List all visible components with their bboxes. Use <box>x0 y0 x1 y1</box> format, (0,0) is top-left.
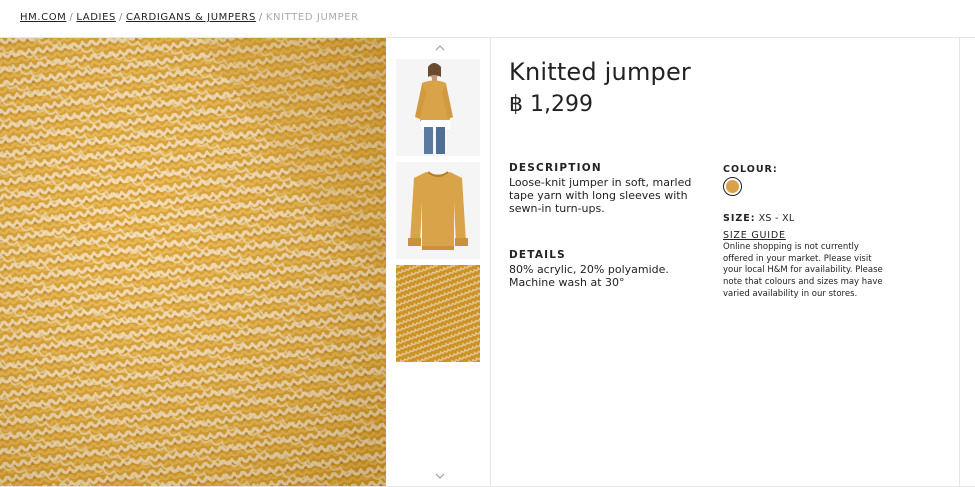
description-heading: DESCRIPTION <box>509 162 602 174</box>
colour-label: COLOUR: <box>723 164 778 175</box>
model-wearing-jumper-image <box>396 59 480 156</box>
size-range: XS - XL <box>758 213 795 224</box>
breadcrumb-link-cardigans-jumpers[interactable]: CARDIGANS & JUMPERS <box>126 12 256 23</box>
chevron-down-icon[interactable] <box>434 470 446 482</box>
breadcrumb-separator: / <box>69 12 74 23</box>
details-text: 80% acrylic, 20% polyamide. Machine wash… <box>509 263 669 289</box>
thumbnail-column <box>386 38 490 486</box>
chevron-up-icon[interactable] <box>434 42 446 54</box>
breadcrumb-current: KNITTED JUMPER <box>265 12 359 23</box>
description-text: Loose-knit jumper in soft, marled tape y… <box>509 176 692 215</box>
right-divider <box>959 38 960 486</box>
knit-texture-image <box>0 38 386 486</box>
knit-detail-image <box>396 265 480 362</box>
breadcrumb-link-home[interactable]: HM.COM <box>20 12 66 23</box>
breadcrumb-link-ladies[interactable]: LADIES <box>76 12 116 23</box>
size-info: SIZE: XS - XL <box>723 213 794 224</box>
main-product-image[interactable] <box>0 38 386 486</box>
thumbnail-product-flat[interactable] <box>396 162 480 259</box>
jumper-flat-image <box>396 162 480 259</box>
breadcrumb-separator: / <box>118 12 123 23</box>
breadcrumb: HM.COM / LADIES / CARDIGANS & JUMPERS / KNITTE… <box>20 12 359 26</box>
product-price: ฿ 1,299 <box>509 92 593 117</box>
product-title: Knitted jumper <box>509 58 691 86</box>
colour-swatch[interactable] <box>723 177 742 196</box>
breadcrumb-separator: / <box>258 12 263 23</box>
column-divider <box>490 38 491 486</box>
thumbnail-model[interactable] <box>396 59 480 156</box>
availability-notice: Online shopping is not currently offered… <box>723 242 883 299</box>
size-label: SIZE: <box>723 213 756 224</box>
size-guide-link[interactable]: SIZE GUIDE <box>723 230 786 241</box>
details-heading: DETAILS <box>509 249 566 261</box>
thumbnail-detail[interactable] <box>396 265 480 362</box>
colour-swatch-fill <box>726 180 739 193</box>
